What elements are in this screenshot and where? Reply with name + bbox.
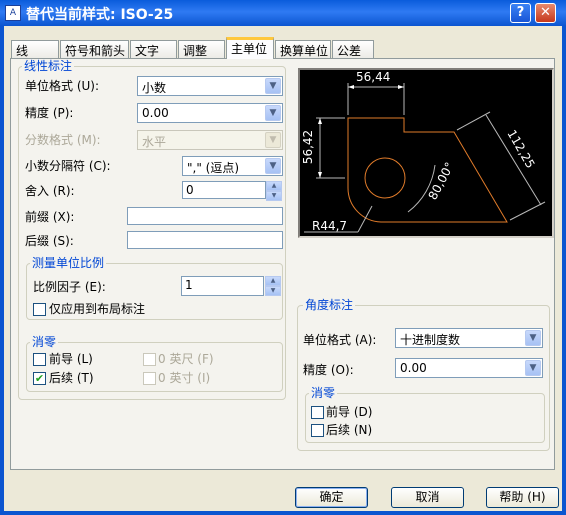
zero-feet-label: 0 英尺 (F) — [158, 352, 214, 366]
angular-unit-format-label: 单位格式 (A): — [303, 333, 377, 347]
chevron-down-icon[interactable]: ▼ — [525, 360, 541, 376]
dim-left-text: 56,42 — [301, 129, 316, 165]
chevron-down-icon[interactable]: ▼ — [265, 78, 281, 94]
prefix-label: 前缀 (X): — [25, 210, 75, 224]
chevron-down-icon[interactable]: ▼ — [525, 330, 541, 346]
scale-factor-label: 比例因子 (E): — [33, 280, 106, 294]
fraction-format-label: 分数格式 (M): — [25, 133, 101, 147]
tab-tolerances[interactable]: 公差 — [332, 40, 374, 58]
scale-factor-up-icon[interactable]: ▲ — [265, 276, 281, 286]
unit-format-value: 小数 — [142, 81, 167, 95]
linear-group-title: 线性标注 — [22, 59, 75, 73]
zero-feet-checkbox — [143, 353, 156, 366]
angular-precision-label: 精度 (O): — [303, 363, 354, 377]
close-button[interactable]: ✕ — [535, 3, 556, 23]
scale-group-title: 测量单位比例 — [30, 256, 107, 270]
angular-unit-format-select[interactable]: 十进制度数 ▼ — [395, 328, 543, 348]
angular-precision-select[interactable]: 0.00 ▼ — [395, 358, 543, 378]
round-off-up-icon[interactable]: ▲ — [266, 181, 282, 191]
chevron-down-icon[interactable]: ▼ — [265, 158, 281, 174]
fraction-format-value: 水平 — [142, 135, 167, 149]
angular-zero-title: 消零 — [309, 386, 338, 400]
dimension-preview: 56,44 56,42 112,25 80,00° R44,7 — [298, 68, 554, 238]
dim-top-text: 56,44 — [356, 70, 391, 84]
prefix-input[interactable] — [127, 207, 283, 225]
scale-factor-down-icon[interactable]: ▼ — [265, 286, 281, 296]
precision-value: 0.00 — [142, 106, 169, 120]
ok-button[interactable]: 确定 — [295, 487, 368, 508]
angular-precision-value: 0.00 — [400, 361, 427, 375]
fraction-format-select[interactable]: 水平 ▼ — [137, 130, 283, 150]
window-title: 替代当前样式: ISO-25 — [26, 7, 174, 23]
angular-unit-format-value: 十进制度数 — [400, 333, 461, 347]
layout-only-checkbox[interactable] — [33, 303, 46, 316]
leading-zero-checkbox[interactable] — [33, 353, 46, 366]
trailing-zero-checkbox[interactable]: ✔ — [33, 372, 46, 385]
chevron-down-icon: ▼ — [265, 132, 281, 148]
decimal-separator-select[interactable]: "," (逗点) ▼ — [182, 156, 283, 176]
tab-fit[interactable]: 调整 — [178, 40, 225, 58]
round-off-label: 舍入 (R): — [25, 184, 75, 198]
zero-suppression-title: 消零 — [30, 335, 59, 349]
unit-format-select[interactable]: 小数 ▼ — [137, 76, 283, 96]
round-off-input[interactable]: 0 — [182, 181, 266, 199]
scale-factor-input[interactable]: 1 — [181, 276, 264, 296]
decimal-separator-label: 小数分隔符 (C): — [25, 159, 111, 173]
unit-format-label: 单位格式 (U): — [25, 79, 100, 93]
tab-lines[interactable]: 线 — [11, 40, 59, 58]
cancel-button[interactable]: 取消 — [391, 487, 464, 508]
zero-inches-checkbox — [143, 372, 156, 385]
zero-inches-label: 0 英寸 (I) — [158, 371, 211, 385]
angular-trailing-zero-checkbox[interactable] — [311, 424, 324, 437]
dimstyle-icon: A — [5, 5, 21, 21]
suffix-input[interactable] — [127, 231, 283, 249]
title-help-button[interactable]: ? — [510, 3, 531, 23]
angular-trailing-zero-label: 后续 (N) — [326, 423, 373, 437]
angular-leading-zero-checkbox[interactable] — [311, 406, 324, 419]
precision-label: 精度 (P): — [25, 106, 74, 120]
angular-group-title: 角度标注 — [303, 298, 356, 312]
angular-leading-zero-label: 前导 (D) — [326, 405, 373, 419]
dim-radius-text: R44,7 — [312, 219, 348, 233]
decimal-separator-value: "," (逗点) — [187, 161, 240, 175]
window-border-bottom — [0, 511, 566, 515]
window-border-left — [0, 26, 4, 515]
tab-alternate-units[interactable]: 换算单位 — [275, 40, 331, 58]
layout-only-label: 仅应用到布局标注 — [49, 302, 146, 316]
tab-text[interactable]: 文字 — [130, 40, 177, 58]
precision-select[interactable]: 0.00 ▼ — [137, 103, 283, 123]
tab-symbols-arrows[interactable]: 符号和箭头 — [60, 40, 129, 58]
preview-drawing — [304, 83, 546, 233]
suffix-label: 后缀 (S): — [25, 234, 74, 248]
round-off-down-icon[interactable]: ▼ — [266, 191, 282, 201]
help-button[interactable]: 帮助 (H) — [486, 487, 559, 508]
chevron-down-icon[interactable]: ▼ — [265, 105, 281, 121]
trailing-zero-label: 后续 (T) — [49, 371, 94, 385]
window-border-right — [562, 26, 566, 515]
tab-primary-units[interactable]: 主单位 — [226, 37, 274, 59]
leading-zero-label: 前导 (L) — [49, 352, 93, 366]
